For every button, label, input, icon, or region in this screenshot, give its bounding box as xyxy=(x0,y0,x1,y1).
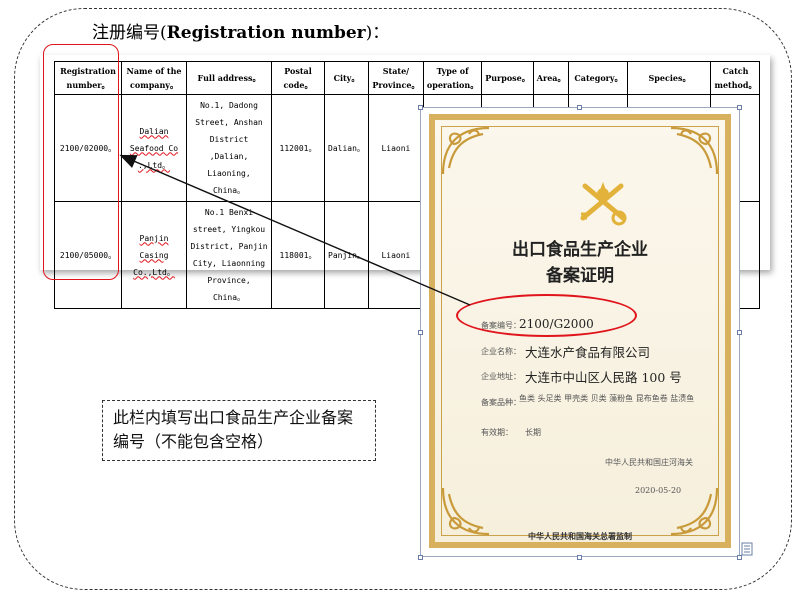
certificate-title-line2: 备案证明 xyxy=(546,266,614,286)
layout-options-icon[interactable] xyxy=(741,542,753,556)
cert-label-company: 企业名称： xyxy=(481,347,521,356)
cert-issuer: 中华人民共和国庄河海关 xyxy=(605,458,693,467)
resize-handle[interactable] xyxy=(737,330,742,335)
cert-label-address: 企业地址： xyxy=(481,372,521,381)
corner-ornament-icon xyxy=(441,487,490,536)
header-catch-method: Catch method。 xyxy=(710,61,761,95)
cell-province: Liaoni xyxy=(367,201,424,309)
header-state-province: State/ Province。 xyxy=(367,61,424,95)
registration-column-highlight xyxy=(43,44,119,280)
header-species: Species。 xyxy=(627,61,712,95)
header-city: City。 xyxy=(324,61,369,95)
cell-company-text: Panjin Casing Co.,Ltd。 xyxy=(133,233,175,277)
header-type-of-operation: Type of operation。 xyxy=(422,61,483,95)
cert-value-address: 大连市中山区人民路 100 号 xyxy=(525,370,682,385)
cell-company: Dalian Seafood Co .,Ltd。 xyxy=(121,94,187,202)
header-full-address: Full address。 xyxy=(186,61,272,95)
cert-footer: 中华人民共和国海关总署监制 xyxy=(528,531,632,541)
cell-postal: 118001。 xyxy=(271,201,325,309)
instruction-note: 此栏内填写出口食品生产企业备案编号（不能包含空格） xyxy=(102,400,376,461)
corner-ornament-icon xyxy=(670,126,719,175)
title-prefix: 注册编号( xyxy=(92,23,167,43)
cert-value-validity: 长期 xyxy=(525,428,541,437)
cert-value-products: 鱼类 头足类 甲壳类 贝类 藻粉鱼 昆布鱼卷 盐渍鱼 xyxy=(519,394,695,403)
title-suffix: )： xyxy=(365,23,390,43)
resize-handle[interactable] xyxy=(418,330,423,335)
cert-label-products: 备案品种： xyxy=(481,398,521,407)
header-area: Area。 xyxy=(532,61,570,95)
table-header-row: Registration number。 Name of the company… xyxy=(54,61,761,95)
resize-handle[interactable] xyxy=(577,555,582,560)
cell-company-text: Dalian Seafood Co .,Ltd。 xyxy=(129,126,179,170)
page-title: 注册编号(Registration number)： xyxy=(92,18,389,43)
certificate-title-line1: 出口食品生产企业 xyxy=(512,240,648,260)
cert-date: 2020-05-20 xyxy=(635,486,682,495)
certificate-title: 出口食品生产企业 备案证明 xyxy=(435,237,725,289)
header-postal-code: Postal code。 xyxy=(271,61,325,95)
cert-label-validity: 有效期： xyxy=(481,428,513,437)
corner-ornament-icon xyxy=(441,126,490,175)
header-category: Category。 xyxy=(568,61,629,95)
resize-handle[interactable] xyxy=(418,105,423,110)
resize-handle[interactable] xyxy=(737,105,742,110)
cell-address: No.1 Benxi street, Yingkou District, Pan… xyxy=(186,201,272,309)
cell-address: No.1, Dadong Street, Anshan District ,Da… xyxy=(186,94,272,202)
cell-postal: 112001。 xyxy=(271,94,325,202)
resize-handle[interactable] xyxy=(418,555,423,560)
title-bold: Registration number xyxy=(166,23,366,43)
header-purpose: Purpose。 xyxy=(481,61,534,95)
resize-handle[interactable] xyxy=(577,105,582,110)
cert-value-company: 大连水产食品有限公司 xyxy=(525,345,651,360)
cell-company: Panjin Casing Co.,Ltd。 xyxy=(121,201,187,309)
customs-emblem-icon xyxy=(580,182,627,226)
cell-city: Dalian。 xyxy=(324,94,369,202)
cell-city: Panjin。 xyxy=(324,201,369,309)
header-company-name: Name of the company。 xyxy=(121,61,187,95)
cell-province: Liaoni xyxy=(367,94,424,202)
cert-number-highlight xyxy=(456,294,637,337)
